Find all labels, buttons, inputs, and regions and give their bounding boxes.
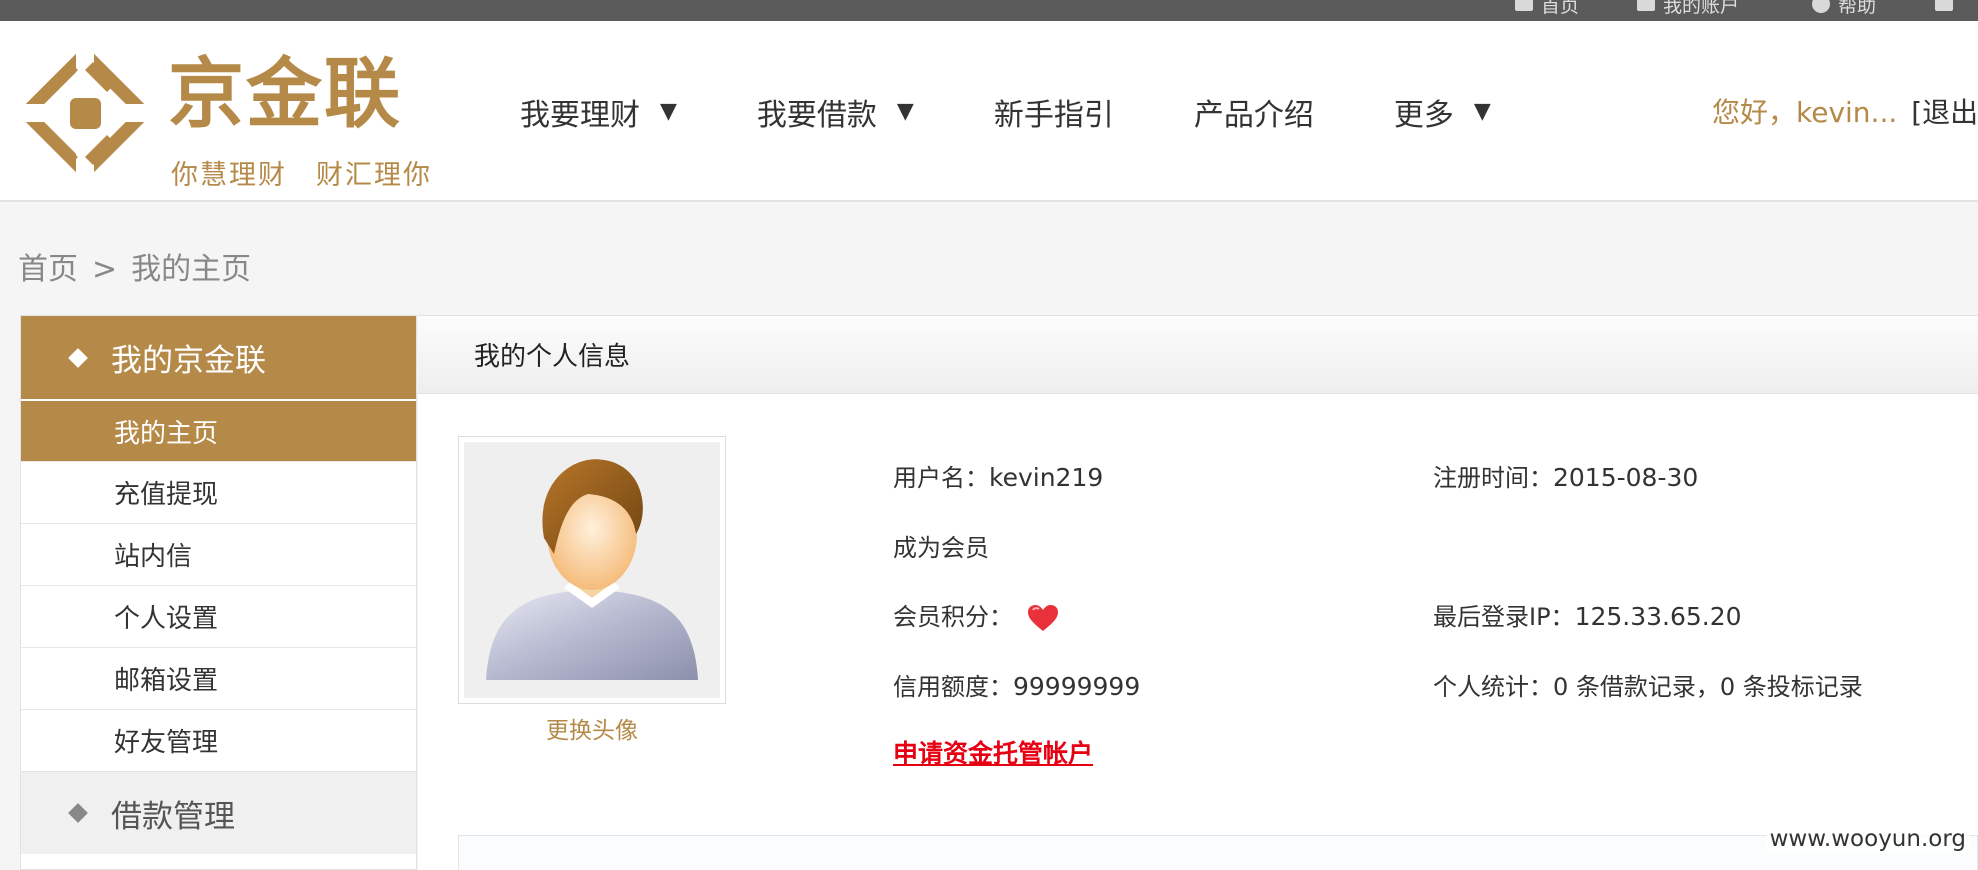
register-date-field: 注册时间：2015-08-30	[1433, 458, 1698, 493]
nav-more-label: 更多	[1393, 97, 1454, 133]
member-status: 成为会员	[893, 534, 989, 562]
register-date-label: 注册时间：	[1433, 464, 1553, 492]
chevron-down-icon: ▼	[896, 99, 914, 124]
breadcrumb: 首页 > 我的主页	[18, 244, 265, 288]
topbar-help-link[interactable]: 帮助	[1812, 0, 1876, 17]
default-user-icon	[486, 459, 698, 680]
avatar-image	[464, 442, 720, 698]
nav-borrow[interactable]: 我要借款 ▼	[757, 90, 914, 134]
chevron-down-icon: ▼	[1473, 99, 1491, 124]
lower-info-box	[458, 835, 1978, 870]
topbar-help-label: 帮助	[1838, 0, 1877, 17]
greeting-username-link[interactable]: 您好，kevin...	[1712, 96, 1897, 129]
apply-custody-account-link[interactable]: 申请资金托管帐户	[893, 734, 1093, 770]
nav-borrow-label: 我要借款	[756, 97, 877, 133]
change-avatar-link[interactable]: 更换头像	[458, 711, 726, 745]
help-icon	[1812, 0, 1830, 13]
panel-title: 我的个人信息	[418, 316, 1978, 394]
last-ip-value: 125.33.65.20	[1574, 602, 1742, 631]
nav-products[interactable]: 产品介绍	[1194, 90, 1314, 134]
personal-stats-field: 个人统计：0 条借款记录，0 条投标记录	[1433, 667, 1863, 702]
sidebar-item-messages[interactable]: 站内信	[21, 523, 416, 585]
logo-mark-icon	[18, 46, 153, 181]
sidebar-section-loans-label: 借款管理	[111, 798, 235, 835]
topbar-home-link[interactable]: 首页	[1515, 0, 1579, 17]
topbar-home-label: 首页	[1541, 0, 1580, 17]
avatar[interactable]	[458, 436, 726, 704]
credit-limit-value: 99999999	[1013, 672, 1141, 701]
nav-guide-label: 新手指引	[993, 97, 1114, 133]
sidebar-item-label: 站内信	[114, 542, 193, 572]
member-points-field: 会员积分：	[893, 597, 1059, 632]
breadcrumb-current: 我的主页	[131, 252, 252, 287]
sidebar-item-email[interactable]: 邮箱设置	[21, 647, 416, 709]
sidebar-item-label: 我的主页	[114, 418, 219, 449]
credit-limit-label: 信用额度：	[893, 673, 1013, 701]
sidebar-item-friends[interactable]: 好友管理	[21, 709, 416, 771]
sidebar-item-label: 个人设置	[114, 604, 219, 634]
personal-stats-label: 个人统计：	[1433, 673, 1553, 701]
sidebar-item-label: 邮箱设置	[114, 666, 219, 696]
chevron-down-icon: ▼	[660, 99, 677, 124]
sidebar-section-my-account[interactable]: 我的京金联	[21, 316, 416, 399]
site-logo[interactable]: 京金联 你慧理财 财汇理你	[18, 46, 448, 191]
sidebar-item-recharge[interactable]: 充值提现	[21, 461, 416, 523]
home-icon	[1515, 0, 1533, 11]
site-header: 京金联 你慧理财 财汇理你 我要理财 ▼ 我要借款 ▼ 新手指引 产品介绍 更多…	[0, 21, 1978, 202]
topbar-account-label: 我的账户	[1663, 0, 1740, 17]
username-value: kevin219	[989, 463, 1104, 492]
last-ip-field: 最后登录IP：125.33.65.20	[1433, 597, 1742, 632]
sidebar-section-loans[interactable]: 借款管理	[21, 771, 416, 854]
nav-invest[interactable]: 我要理财 ▼	[520, 90, 677, 134]
heart-icon	[1028, 605, 1058, 631]
topbar-account-link[interactable]: 我的账户	[1637, 0, 1739, 17]
logo-brand-text: 京金联	[168, 49, 402, 138]
user-greeting: 您好，kevin... [退出]	[1712, 91, 1978, 131]
sidebar-item-homepage[interactable]: 我的主页	[21, 399, 416, 461]
username-label: 用户名：	[893, 464, 989, 492]
last-ip-label: 最后登录IP：	[1433, 603, 1575, 631]
username-field: 用户名：kevin219	[893, 458, 1103, 493]
sidebar: 我的京金联 我的主页 充值提现 站内信 个人设置 邮箱设置 好友管理 借款管理	[20, 315, 417, 870]
sidebar-item-label: 好友管理	[114, 728, 219, 758]
diamond-icon	[68, 803, 88, 823]
watermark: www.wooyun.org	[1765, 826, 1970, 852]
sidebar-item-label: 充值提现	[114, 480, 219, 510]
top-utility-bar: 首页 我的账户 帮助	[0, 0, 1978, 21]
sidebar-item-settings[interactable]: 个人设置	[21, 585, 416, 647]
logo-slogan: 你慧理财 财汇理你	[171, 160, 432, 191]
breadcrumb-separator: >	[92, 252, 118, 287]
topbar-extra-link[interactable]	[1935, 0, 1953, 14]
account-icon	[1637, 0, 1655, 11]
personal-info-panel: 我的个人信息 更换头像 用户名：kevin219 注册时间：2015-08-30…	[418, 315, 1978, 870]
logout-link[interactable]: [退出]	[1911, 96, 1978, 129]
member-points-label: 会员积分：	[893, 603, 1013, 631]
diamond-icon	[68, 347, 88, 368]
nav-guide[interactable]: 新手指引	[994, 90, 1114, 134]
main-nav: 我要理财 ▼ 我要借款 ▼ 新手指引 产品介绍 更多 ▼	[520, 21, 1571, 202]
credit-limit-field: 信用额度：99999999	[893, 667, 1140, 702]
phone-icon	[1935, 0, 1953, 11]
sidebar-section-title: 我的京金联	[111, 343, 266, 379]
nav-more[interactable]: 更多 ▼	[1394, 90, 1491, 134]
nav-products-label: 产品介绍	[1193, 97, 1314, 133]
breadcrumb-home[interactable]: 首页	[18, 252, 78, 287]
nav-invest-label: 我要理财	[520, 97, 640, 133]
register-date-value: 2015-08-30	[1553, 463, 1699, 492]
personal-stats-value: 0 条借款记录，0 条投标记录	[1553, 673, 1863, 701]
